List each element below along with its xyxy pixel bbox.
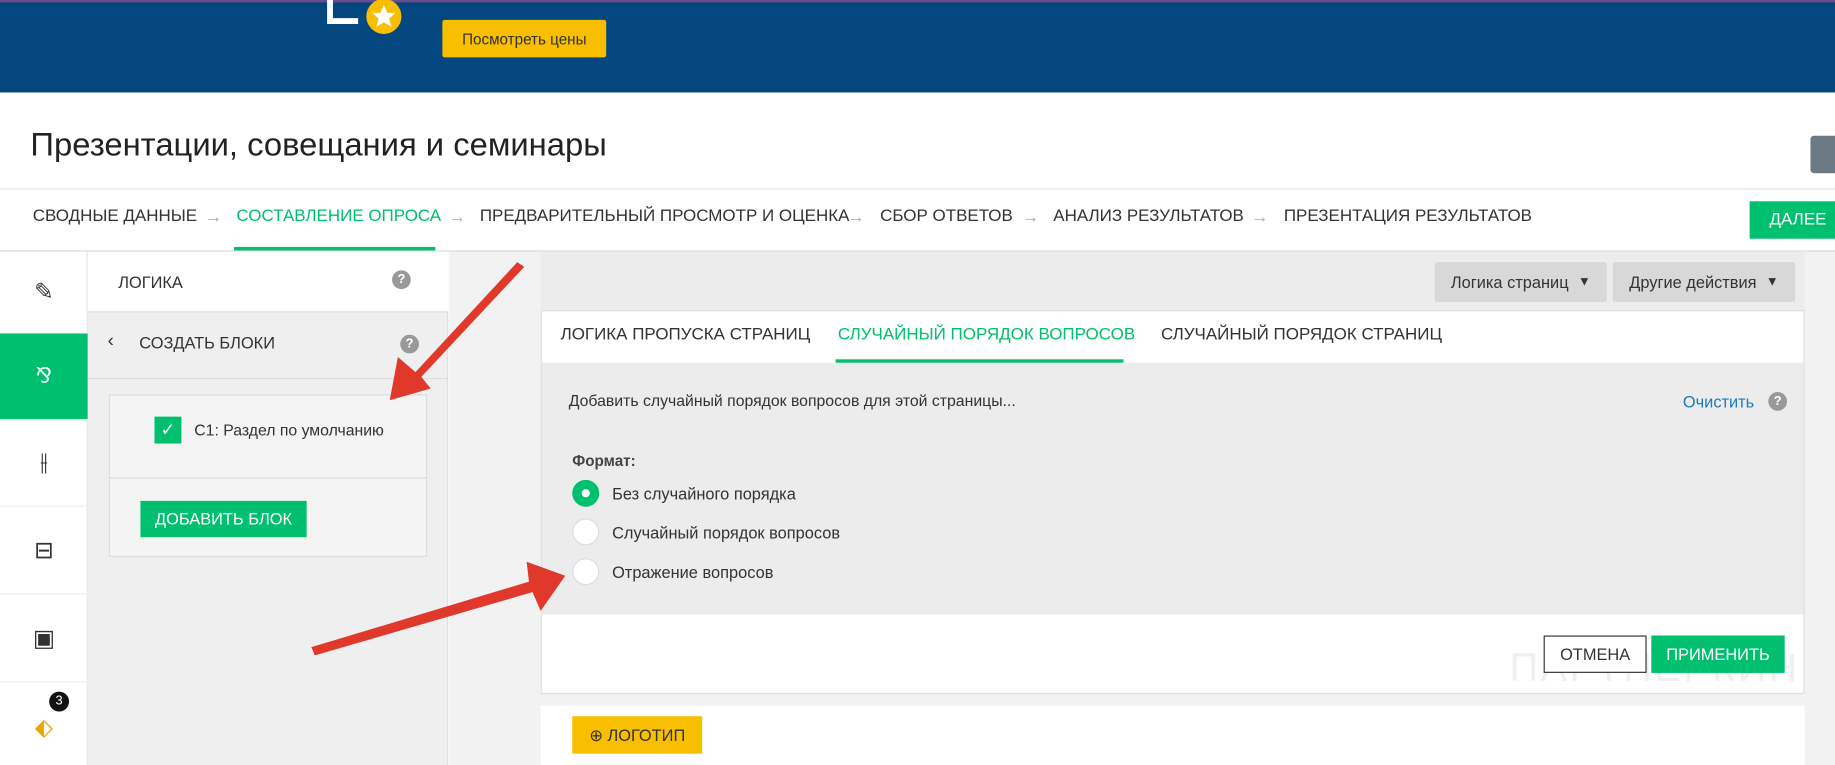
annotation-arrows (311, 262, 566, 656)
red-arrow-icon (311, 561, 566, 656)
red-arrow-icon (389, 262, 525, 401)
